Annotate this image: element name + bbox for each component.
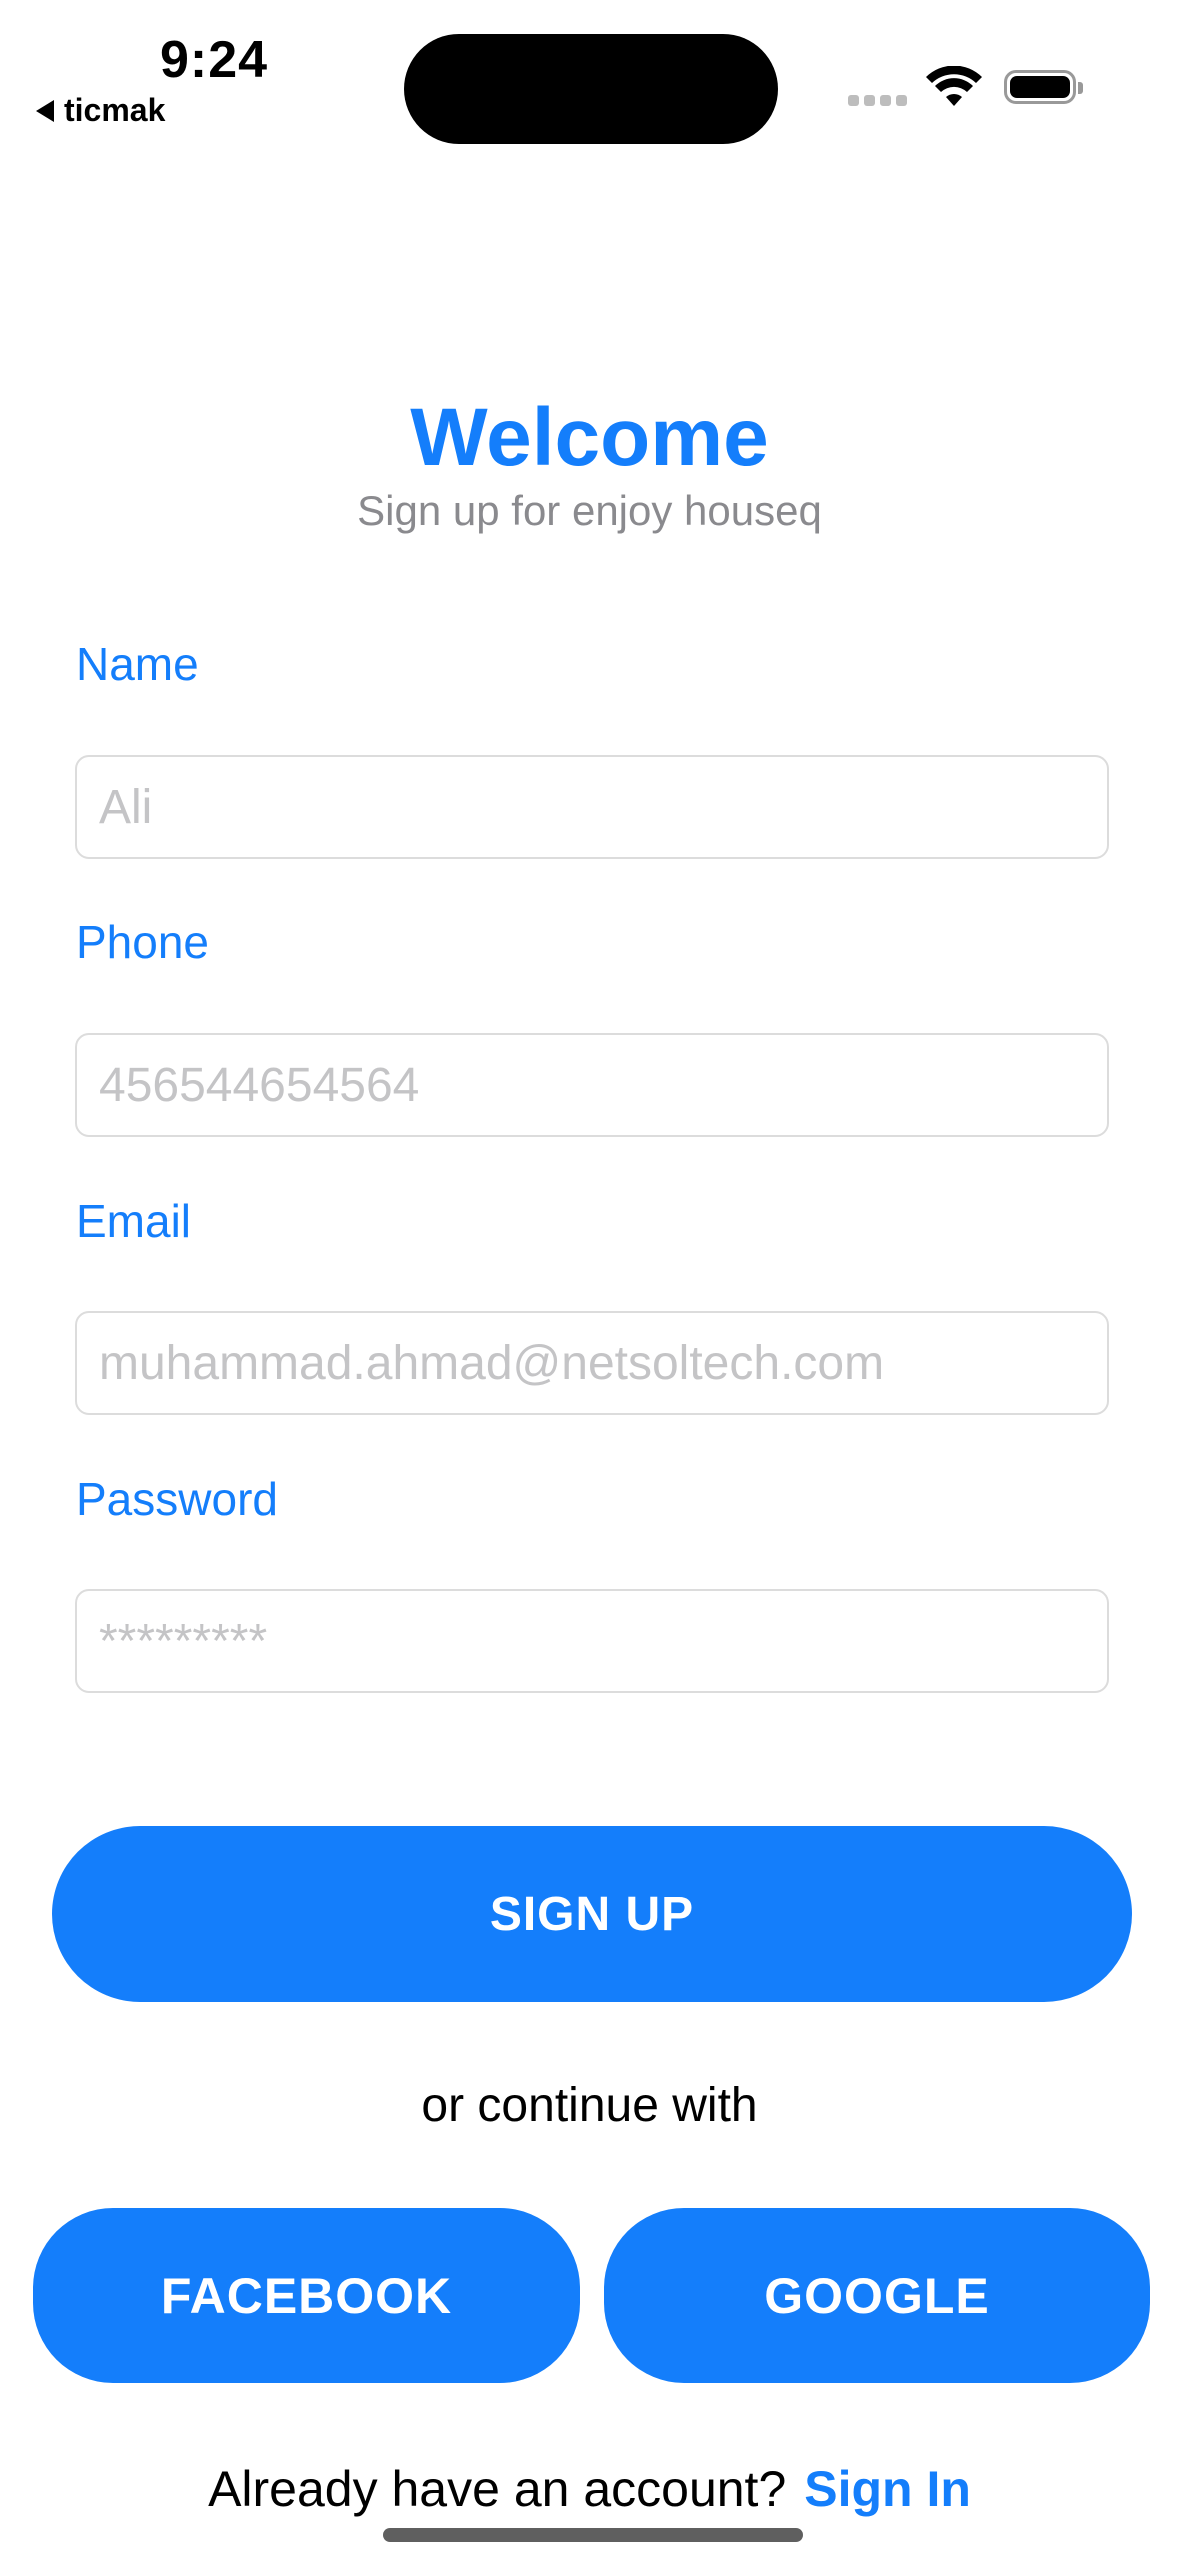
back-app-label: ticmak [64,92,166,128]
home-indicator[interactable] [383,2528,803,2542]
signup-button[interactable]: SIGN UP [52,1826,1132,2002]
google-button[interactable]: GOOGLE [604,2208,1150,2383]
page-subtitle: Sign up for enjoy houseq [357,487,822,534]
password-field[interactable] [75,1589,1109,1693]
phone-label: Phone [76,916,210,968]
or-continue-text: or continue with [421,2079,758,2132]
battery-icon [1004,70,1083,104]
phone-field[interactable] [75,1033,1109,1137]
name-label: Name [76,638,199,690]
signin-link[interactable]: Sign In [804,2461,971,2517]
status-time: 9:24 [160,31,269,89]
signin-prompt: Already have an account? Sign In [0,2458,1179,2520]
back-arrow-icon [36,99,54,122]
password-label: Password [76,1473,278,1525]
cellular-icon [848,95,907,106]
name-field[interactable] [75,755,1109,859]
dynamic-island [404,34,778,144]
page-title: Welcome [410,392,769,483]
back-to-app-button[interactable]: ticmak [36,92,165,129]
email-label: Email [76,1195,192,1247]
already-account-text: Already have an account? [208,2461,787,2517]
facebook-button[interactable]: FACEBOOK [33,2208,580,2383]
wifi-icon [926,66,982,106]
email-field[interactable] [75,1311,1109,1415]
